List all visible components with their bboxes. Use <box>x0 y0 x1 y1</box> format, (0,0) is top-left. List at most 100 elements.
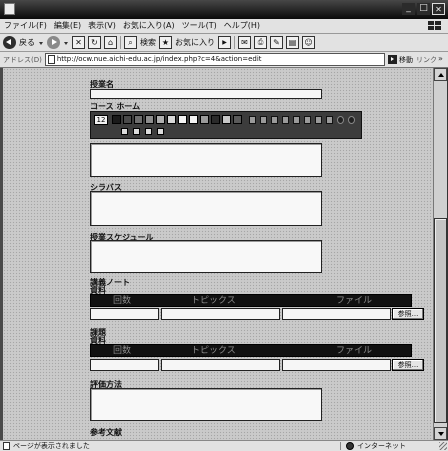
home-icon[interactable] <box>104 36 117 49</box>
assignments-number-input[interactable] <box>90 359 159 371</box>
refresh-icon[interactable] <box>88 36 101 49</box>
address-bar: アドレス(D) http://ocw.nue.aichi-edu.ac.jp/i… <box>0 52 448 68</box>
column-header-file: ファイル <box>336 296 373 306</box>
color-swatches <box>112 115 242 125</box>
status-separator <box>340 442 341 450</box>
color-swatch[interactable] <box>112 115 121 124</box>
address-label: アドレス(D) <box>3 55 42 64</box>
align-center-icon[interactable] <box>304 116 311 124</box>
lecture-notes-number-input[interactable] <box>90 308 159 320</box>
close-icon[interactable] <box>432 3 445 15</box>
evaluation-textarea[interactable] <box>90 388 322 421</box>
color-swatch[interactable] <box>178 115 187 124</box>
font-size-select[interactable]: 12 <box>94 115 108 125</box>
align-right-icon[interactable] <box>315 116 322 124</box>
back-dropdown-icon[interactable] <box>38 36 44 49</box>
messenger-icon[interactable] <box>302 36 315 49</box>
resize-grip-icon[interactable] <box>439 442 447 450</box>
course-name-input[interactable] <box>90 89 322 99</box>
edit-icon[interactable] <box>270 36 283 49</box>
align-left-icon[interactable] <box>293 116 300 124</box>
lecture-notes-file-input[interactable] <box>282 308 391 320</box>
maximize-icon[interactable] <box>417 3 430 15</box>
color-swatch[interactable] <box>189 115 198 124</box>
lecture-notes-table-header: 回数 トピックス ファイル <box>90 294 412 307</box>
toolbar-separator <box>234 36 235 49</box>
format-buttons <box>249 116 355 124</box>
address-input[interactable]: http://ocw.nue.aichi-edu.ac.jp/index.php… <box>44 53 385 66</box>
title-bar <box>0 0 448 19</box>
column-header-topics: トピックス <box>191 346 236 356</box>
table-icon[interactable] <box>145 128 152 135</box>
editor-secondary-row <box>121 128 164 135</box>
favorites-icon[interactable] <box>159 36 172 49</box>
menu-file[interactable]: ファイル(F) <box>4 21 47 31</box>
menu-view[interactable]: 表示(V) <box>88 21 116 31</box>
scroll-up-icon[interactable] <box>434 68 447 81</box>
go-button[interactable]: 移動 <box>388 55 413 65</box>
address-url[interactable]: http://ocw.nue.aichi-edu.ac.jp/index.php… <box>57 55 262 64</box>
scrollbar-thumb[interactable] <box>434 218 447 423</box>
color-swatch[interactable] <box>233 115 242 124</box>
links-toolbar[interactable]: リンク <box>416 54 445 65</box>
lecture-notes-browse-button[interactable]: 参照... <box>392 308 424 320</box>
assignments-topic-input[interactable] <box>161 359 280 371</box>
column-header-topics: トピックス <box>191 296 236 306</box>
browser-app-icon[interactable] <box>4 3 15 15</box>
menu-favorites[interactable]: お気に入り(A) <box>123 21 175 31</box>
security-zone: インターネット <box>357 442 406 450</box>
search-button-label[interactable]: 検索 <box>140 38 156 48</box>
menu-tools[interactable]: ツール(T) <box>182 21 217 31</box>
favorites-button-label[interactable]: お気に入り <box>175 38 215 48</box>
color-swatch[interactable] <box>145 115 154 124</box>
color-swatch[interactable] <box>123 115 132 124</box>
bold-icon[interactable] <box>249 116 256 124</box>
color-swatch[interactable] <box>167 115 176 124</box>
color-swatch[interactable] <box>211 115 220 124</box>
page-icon <box>47 55 55 64</box>
rich-text-toolbar: 12 <box>90 111 362 139</box>
syllabus-textarea[interactable] <box>90 191 322 226</box>
underline-icon[interactable] <box>271 116 278 124</box>
search-icon[interactable] <box>124 36 137 49</box>
italic-icon[interactable] <box>260 116 267 124</box>
schedule-textarea[interactable] <box>90 240 322 273</box>
page-done-icon <box>3 442 10 450</box>
image-icon[interactable] <box>133 128 140 135</box>
toolbar-separator <box>120 36 121 49</box>
mail-icon[interactable] <box>238 36 251 49</box>
column-header-file: ファイル <box>336 346 373 356</box>
bullet-list-icon[interactable] <box>326 116 333 124</box>
horizontal-rule-icon[interactable] <box>157 128 164 135</box>
status-message: ページが表示されました <box>13 442 90 450</box>
course-home-textarea[interactable] <box>90 143 322 177</box>
media-icon[interactable] <box>218 36 231 49</box>
indent-icon[interactable] <box>348 116 355 124</box>
back-icon[interactable] <box>3 36 16 49</box>
color-swatch[interactable] <box>134 115 143 124</box>
minimize-icon[interactable] <box>402 3 415 15</box>
assignments-file-input[interactable] <box>282 359 391 371</box>
print-icon[interactable] <box>254 36 267 49</box>
menu-edit[interactable]: 編集(E) <box>54 21 81 31</box>
vertical-scrollbar[interactable] <box>433 68 448 440</box>
forward-icon[interactable] <box>47 36 60 49</box>
globe-icon <box>346 442 354 450</box>
forward-dropdown-icon[interactable] <box>63 36 69 49</box>
menu-help[interactable]: ヘルプ(H) <box>224 21 260 31</box>
references-label: 参考文献 <box>90 428 122 437</box>
strikethrough-icon[interactable] <box>282 116 289 124</box>
color-swatch[interactable] <box>200 115 209 124</box>
back-button-label[interactable]: 戻る <box>19 38 35 48</box>
link-icon[interactable] <box>121 128 128 135</box>
column-header-number: 回数 <box>113 346 132 356</box>
lecture-notes-topic-input[interactable] <box>161 308 280 320</box>
color-swatch[interactable] <box>156 115 165 124</box>
scroll-down-icon[interactable] <box>434 427 447 440</box>
color-swatch[interactable] <box>222 115 231 124</box>
numbered-list-icon[interactable] <box>337 116 344 124</box>
stop-icon[interactable] <box>72 36 85 49</box>
discuss-icon[interactable] <box>286 36 299 49</box>
column-header-number: 回数 <box>113 296 132 306</box>
assignments-browse-button[interactable]: 参照... <box>392 359 424 371</box>
